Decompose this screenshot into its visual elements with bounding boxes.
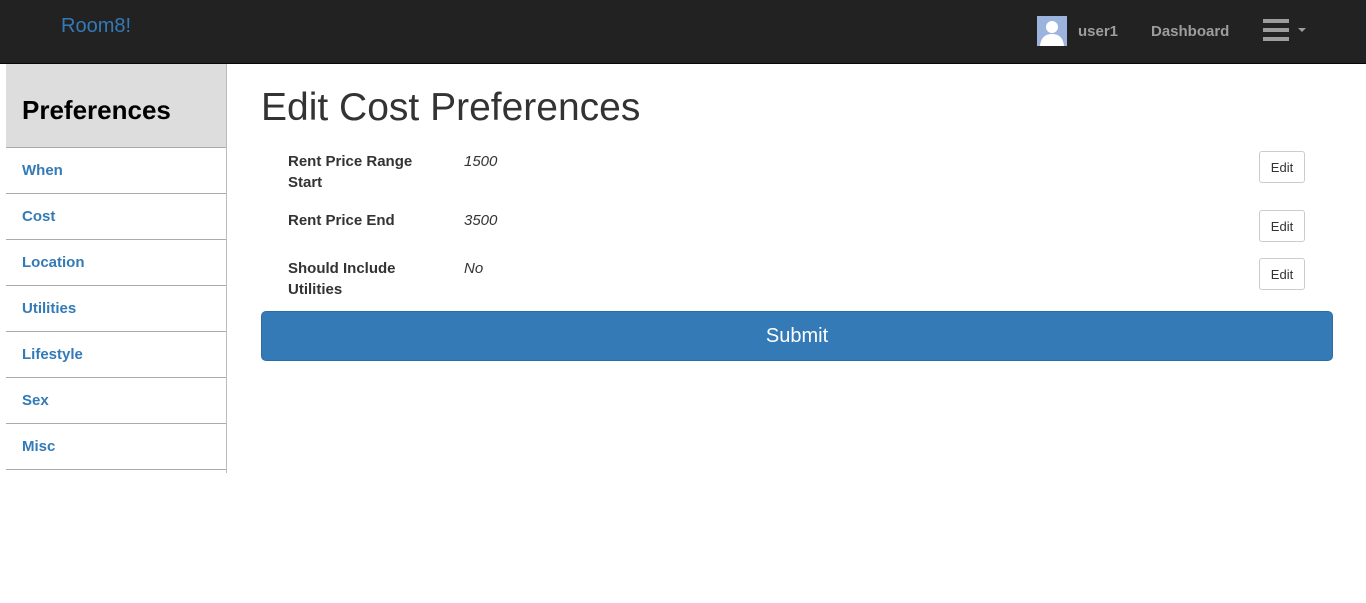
preferences-sidebar: Preferences When Cost Location Utilities…	[6, 64, 227, 473]
sidebar-item-when[interactable]: When	[6, 148, 226, 194]
sidebar-item-cost[interactable]: Cost	[6, 194, 226, 240]
brand-link[interactable]: Room8!	[61, 15, 131, 38]
top-navbar: Room8! user1 Dashboard	[0, 0, 1366, 64]
edit-rent-end-button[interactable]: Edit	[1259, 210, 1305, 242]
username-link[interactable]: user1	[1078, 23, 1118, 40]
sidebar-header: Preferences	[6, 64, 226, 148]
preference-label: Should Include Utilities	[288, 260, 396, 298]
submit-button[interactable]: Submit	[261, 311, 1333, 361]
sidebar-item-misc[interactable]: Misc	[6, 424, 226, 470]
edit-rent-start-button[interactable]: Edit	[1259, 151, 1305, 183]
sidebar-item-lifestyle[interactable]: Lifestyle	[6, 332, 226, 378]
user-avatar-icon[interactable]	[1037, 16, 1067, 46]
preference-value: No	[464, 260, 484, 277]
preference-value: 3500	[464, 212, 498, 229]
sidebar-item-location[interactable]: Location	[6, 240, 226, 286]
page-title: Edit Cost Preferences	[261, 86, 641, 129]
sidebar-item-utilities[interactable]: Utilities	[6, 286, 226, 332]
dashboard-link[interactable]: Dashboard	[1151, 23, 1229, 40]
hamburger-menu-icon[interactable]	[1263, 19, 1307, 45]
preference-value: 1500	[464, 153, 498, 170]
preference-label: Rent Price Range Start	[288, 153, 413, 191]
preference-label: Rent Price End	[288, 212, 395, 229]
sidebar-title: Preferences	[22, 95, 171, 125]
edit-utilities-button[interactable]: Edit	[1259, 258, 1305, 290]
sidebar-item-sex[interactable]: Sex	[6, 378, 226, 424]
caret-down-icon	[1298, 28, 1306, 32]
